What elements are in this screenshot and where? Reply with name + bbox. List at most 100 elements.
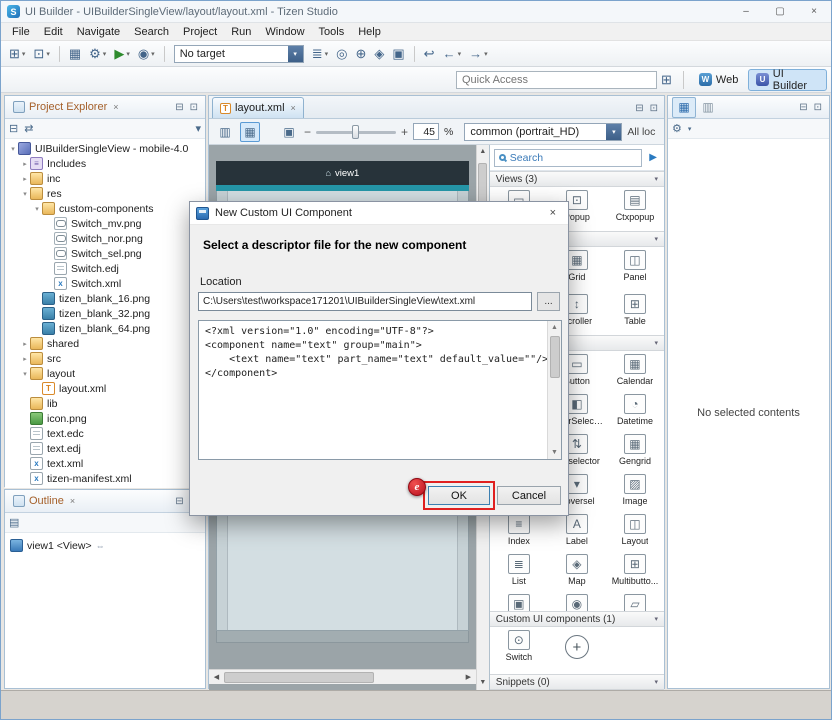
back-button[interactable]: ←▾	[440, 45, 465, 63]
menu-item-file[interactable]: File	[5, 25, 37, 39]
zoom-out-button[interactable]: −	[304, 125, 311, 139]
ok-button[interactable]: OK	[428, 486, 490, 505]
expand-arrow-icon[interactable]: ▸	[20, 340, 30, 348]
palette-section-custom[interactable]: Custom UI components (1) ▾	[490, 611, 664, 627]
palette-section-views[interactable]: Views (3) ▾	[490, 171, 664, 187]
minimize-window-button[interactable]: –	[729, 1, 763, 22]
cancel-button[interactable]: Cancel	[497, 486, 561, 505]
menu-item-navigate[interactable]: Navigate	[70, 25, 127, 39]
tree-item[interactable]: Switch_mv.png	[5, 216, 205, 231]
zoom-slider-thumb[interactable]	[352, 125, 359, 139]
expand-arrow-icon[interactable]: ▾	[8, 145, 18, 153]
view-menu-icon[interactable]: ▾	[195, 122, 201, 135]
palette-item[interactable]: ⊞ Table	[606, 291, 664, 335]
expand-arrow-icon[interactable]: ▸	[20, 160, 30, 168]
palette-item[interactable]: ◉ Photocam	[548, 591, 606, 611]
maximize-window-button[interactable]: ▢	[763, 1, 797, 22]
run-button[interactable]: ▶▾	[111, 45, 133, 63]
outline-tab[interactable]: Outline	[29, 495, 64, 507]
tree-item[interactable]: ▾ layout	[5, 366, 205, 381]
palette-item[interactable]: ⊙ Switch	[490, 627, 548, 667]
minimize-icon[interactable]: ⊟	[175, 496, 183, 507]
palette-item[interactable]: ◔ Datetime	[606, 391, 664, 431]
tree-item[interactable]: tizen_blank_32.png	[5, 306, 205, 321]
tree-item[interactable]: ▾ UIBuilderSingleView - mobile-4.0	[5, 141, 205, 156]
new-wizard-button[interactable]: ⊞▾	[6, 45, 28, 63]
tree-item[interactable]: tizen_blank_16.png	[5, 291, 205, 306]
maximize-icon[interactable]: ⊡	[190, 102, 198, 113]
scroll-left-icon[interactable]: ◀	[209, 673, 224, 681]
menu-item-window[interactable]: Window	[258, 25, 311, 39]
debug-button[interactable]: ⚙▾	[86, 45, 109, 63]
menu-item-help[interactable]: Help	[351, 25, 388, 39]
collapse-all-icon[interactable]: ⊟	[9, 122, 18, 135]
separator-2[interactable]: ▾	[164, 46, 165, 62]
tree-item[interactable]: Switch.xml	[5, 276, 205, 291]
tree-item[interactable]: ▾ custom-components	[5, 201, 205, 216]
design-grid-mode-button[interactable]: ▦	[240, 122, 260, 142]
package-manager-button[interactable]: ▣▾	[389, 45, 407, 63]
link-with-editor-icon[interactable]: ⇄	[24, 122, 33, 135]
profile-button[interactable]: ◉▾	[135, 45, 158, 63]
close-window-button[interactable]: ×	[797, 1, 831, 22]
chevron-down-icon[interactable]: ▾	[288, 46, 303, 62]
emulator-manager-button[interactable]: ◎▾	[333, 45, 350, 63]
project-explorer-tab[interactable]: Project Explorer	[29, 101, 107, 113]
expand-arrow-icon[interactable]: ▾	[20, 190, 30, 198]
palette-item[interactable]: ▱ Progressbar	[606, 591, 664, 611]
palette-item[interactable]: ▦ Gengrid	[606, 431, 664, 471]
menu-item-edit[interactable]: Edit	[37, 25, 70, 39]
chevron-down-icon[interactable]: ▾	[688, 125, 692, 133]
separator-1[interactable]: ▾	[59, 46, 60, 62]
zoom-slider[interactable]	[316, 124, 396, 140]
palette-item[interactable]: ◫ Layout	[606, 511, 664, 551]
tree-item[interactable]: Switch_sel.png	[5, 246, 205, 261]
horizontal-scrollbar[interactable]: ◀ ▶	[209, 669, 476, 684]
location-input[interactable]: C:\Users\test\workspace171201\UIBuilderS…	[198, 292, 532, 311]
target-select[interactable]: No target ▾	[174, 45, 304, 63]
expand-arrow-icon[interactable]: ▸	[20, 355, 30, 363]
tree-item[interactable]: ▸ inc	[5, 171, 205, 186]
launch-config-button[interactable]: ≣▾	[309, 45, 331, 63]
tab-layout-xml[interactable]: layout.xml ×	[212, 97, 304, 118]
tree-item[interactable]: tizen_blank_64.png	[5, 321, 205, 336]
separator-3[interactable]: ▾	[414, 46, 415, 62]
dialog-scroll-thumb[interactable]	[550, 336, 560, 378]
menu-item-tools[interactable]: Tools	[312, 25, 352, 39]
outline-mode-icon[interactable]: ▤	[9, 516, 19, 529]
palette-section-snippets[interactable]: Snippets (0) ▾	[490, 674, 664, 690]
tree-item[interactable]: text.xml	[5, 456, 205, 471]
expand-arrow-icon[interactable]: ▸	[20, 175, 30, 183]
palette-item[interactable]: ▤ Ctxpopup	[606, 187, 664, 231]
tree-item[interactable]: Switch_nor.png	[5, 231, 205, 246]
fit-to-screen-button[interactable]: ▣	[279, 122, 299, 142]
zoom-value-input[interactable]: 45	[413, 123, 439, 140]
last-edit-location-button[interactable]: ↩▾	[421, 45, 438, 63]
maximize-icon[interactable]: ⊡	[814, 102, 822, 113]
tree-item[interactable]: layout.xml	[5, 381, 205, 396]
design-mode-button[interactable]: ▥	[215, 122, 235, 142]
search-go-button[interactable]: ▶	[646, 152, 660, 163]
menu-item-run[interactable]: Run	[224, 25, 258, 39]
browse-button[interactable]: ...	[537, 292, 560, 311]
add-custom-component-button[interactable]: +	[548, 627, 606, 667]
dialog-scrollbar[interactable]: ▲ ▼	[547, 321, 561, 459]
forward-button[interactable]: →▾	[466, 45, 491, 63]
gear-icon[interactable]: ⚙	[672, 122, 682, 135]
horizontal-scroll-thumb[interactable]	[224, 672, 374, 683]
close-icon[interactable]: ×	[291, 103, 296, 113]
properties-grid-tab[interactable]: ▦	[672, 97, 696, 118]
expand-arrow-icon[interactable]: ▾	[20, 370, 30, 378]
tree-item[interactable]: ▸ shared	[5, 336, 205, 351]
scroll-up-icon[interactable]: ▲	[476, 145, 489, 159]
device-manager-button[interactable]: ⊕▾	[352, 45, 369, 63]
certificate-manager-button[interactable]: ◈▾	[371, 45, 387, 63]
zoom-in-button[interactable]: +	[401, 125, 408, 139]
tree-item[interactable]: ▸ src	[5, 351, 205, 366]
perspective-ui-builder-button[interactable]: U UI Builder	[748, 69, 827, 91]
close-icon[interactable]: ×	[70, 496, 75, 506]
perspective-web-button[interactable]: W Web	[691, 69, 746, 91]
palette-item[interactable]: ⊞ Multibutto...	[606, 551, 664, 591]
palette-item[interactable]: ▦ Calendar	[606, 351, 664, 391]
palette-item[interactable]: A Label	[548, 511, 606, 551]
